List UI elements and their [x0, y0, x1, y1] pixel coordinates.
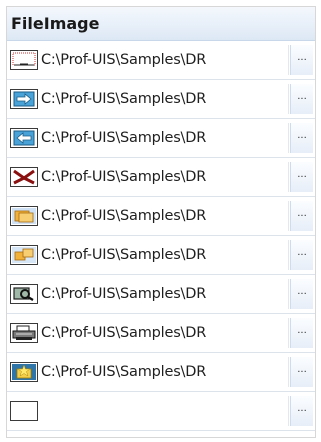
browse-button[interactable]: ··· — [290, 318, 313, 348]
folder-star-icon — [10, 362, 38, 382]
browse-button[interactable]: ··· — [290, 162, 313, 192]
file-image-cell[interactable]: C:\Prof-UIS\Samples\DR — [7, 318, 289, 348]
empty-image-icon — [10, 401, 38, 421]
property-row[interactable]: C:\Prof-UIS\Samples\DR ··· — [7, 41, 315, 80]
property-row[interactable]: C:\Prof-UIS\Samples\DR ··· — [7, 158, 315, 197]
file-path-text: C:\Prof-UIS\Samples\DR — [41, 130, 207, 146]
browse-button[interactable]: ··· — [290, 357, 313, 387]
file-path-text: C:\Prof-UIS\Samples\DR — [41, 169, 207, 185]
property-row[interactable]: C:\Prof-UIS\Samples\DR ··· — [7, 314, 315, 353]
browse-button[interactable]: ··· — [290, 396, 313, 426]
file-path-text: C:\Prof-UIS\Samples\DR — [41, 286, 207, 302]
browse-button[interactable]: ··· — [290, 240, 313, 270]
property-row[interactable]: C:\Prof-UIS\Samples\DR ··· — [7, 119, 315, 158]
file-image-cell[interactable]: C:\Prof-UIS\Samples\DR — [7, 162, 289, 192]
preview-icon — [10, 284, 38, 304]
browse-button[interactable]: ··· — [290, 279, 313, 309]
file-image-cell[interactable]: C:\Prof-UIS\Samples\DR — [7, 240, 289, 270]
folder-open-icon — [10, 206, 38, 226]
property-row[interactable]: C:\Prof-UIS\Samples\DR ··· — [7, 236, 315, 275]
file-image-cell[interactable]: C:\Prof-UIS\Samples\DR — [7, 45, 289, 75]
file-image-grid: FileImage C:\Prof-UIS\Samples\DR ··· C:\… — [6, 6, 316, 438]
browse-button[interactable]: ··· — [290, 123, 313, 153]
browse-button[interactable]: ··· — [290, 84, 313, 114]
column-header-label: FileImage — [11, 14, 100, 33]
file-path-text: C:\Prof-UIS\Samples\DR — [41, 325, 207, 341]
column-header-fileimage[interactable]: FileImage — [7, 7, 315, 41]
folder-pair-icon — [10, 245, 38, 265]
property-row[interactable]: C:\Prof-UIS\Samples\DR ··· — [7, 275, 315, 314]
file-image-cell[interactable]: C:\Prof-UIS\Samples\DR — [7, 279, 289, 309]
arrow-left-icon — [10, 128, 38, 148]
printer-icon — [10, 323, 38, 343]
property-row[interactable]: C:\Prof-UIS\Samples\DR ··· — [7, 80, 315, 119]
file-image-cell[interactable]: C:\Prof-UIS\Samples\DR — [7, 357, 289, 387]
arrow-right-icon — [10, 89, 38, 109]
file-path-text: C:\Prof-UIS\Samples\DR — [41, 91, 207, 107]
file-image-cell[interactable]: C:\Prof-UIS\Samples\DR — [7, 123, 289, 153]
file-path-text: C:\Prof-UIS\Samples\DR — [41, 364, 207, 380]
property-row[interactable]: C:\Prof-UIS\Samples\DR ··· — [7, 353, 315, 392]
file-path-text: C:\Prof-UIS\Samples\DR — [41, 52, 207, 68]
file-path-text: C:\Prof-UIS\Samples\DR — [41, 247, 207, 263]
property-row[interactable]: ··· — [7, 392, 315, 431]
file-image-cell[interactable]: C:\Prof-UIS\Samples\DR — [7, 84, 289, 114]
scissors-icon — [10, 167, 38, 187]
dotted-drawing-icon — [10, 50, 38, 70]
file-image-cell[interactable] — [7, 396, 289, 426]
file-path-text: C:\Prof-UIS\Samples\DR — [41, 208, 207, 224]
property-row[interactable]: C:\Prof-UIS\Samples\DR ··· — [7, 197, 315, 236]
browse-button[interactable]: ··· — [290, 45, 313, 75]
browse-button[interactable]: ··· — [290, 201, 313, 231]
file-image-cell[interactable]: C:\Prof-UIS\Samples\DR — [7, 201, 289, 231]
